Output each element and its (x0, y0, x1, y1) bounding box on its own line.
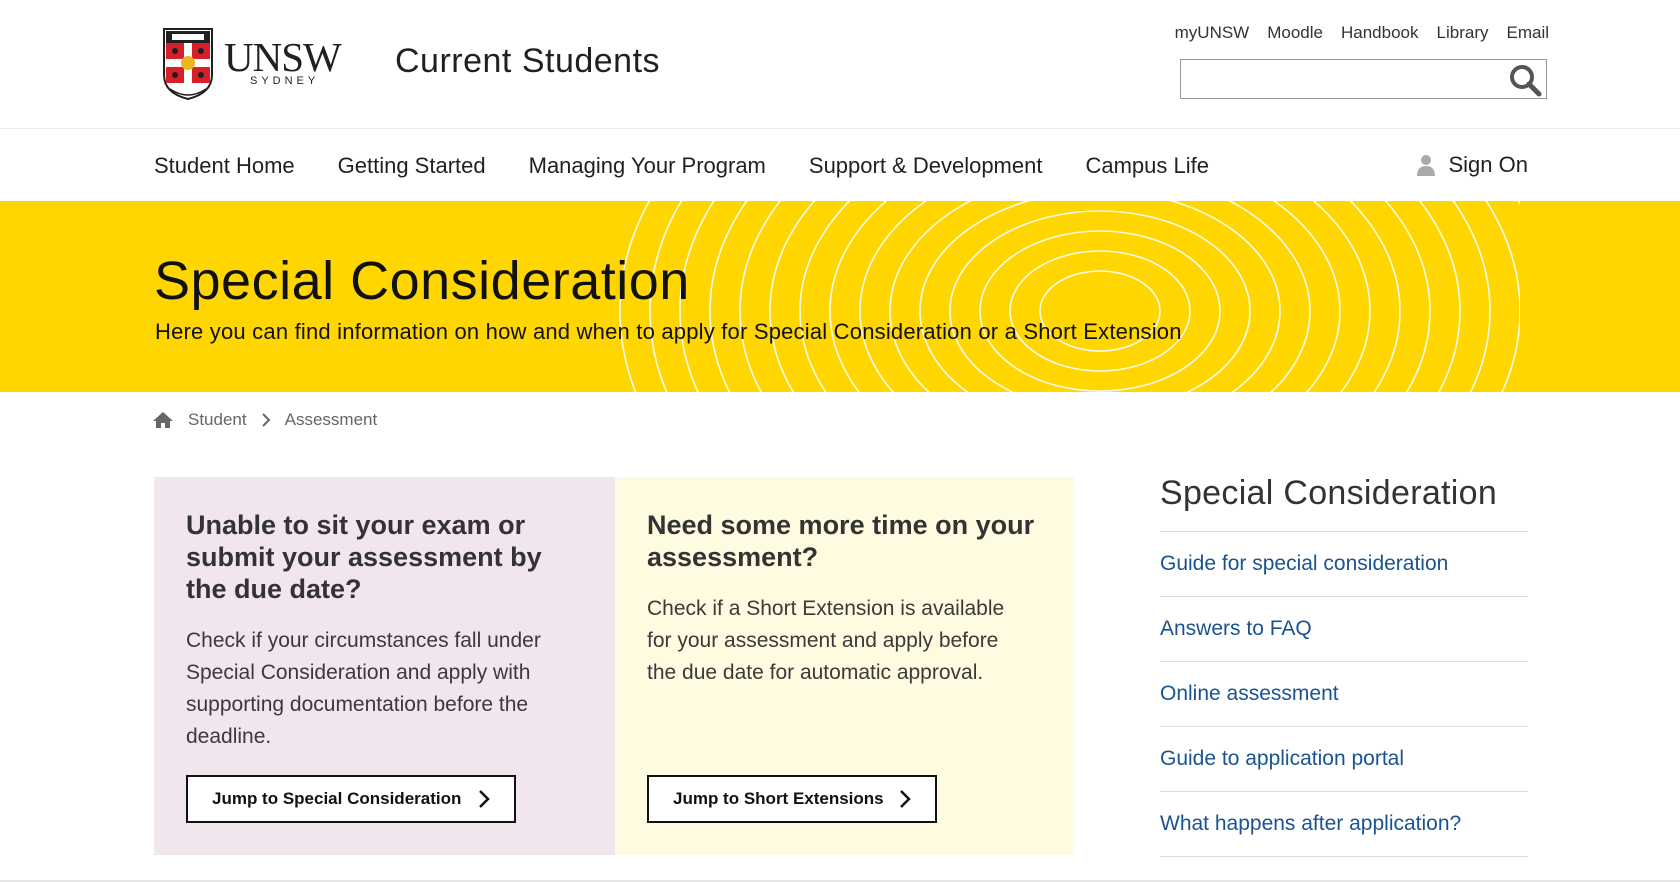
breadcrumb-assessment[interactable]: Assessment (285, 410, 378, 430)
sign-on-button[interactable]: Sign On (1416, 152, 1529, 178)
unsw-crest-icon (163, 28, 213, 101)
unsw-logo[interactable]: UNSW SYDNEY (162, 27, 344, 103)
card-heading: Need some more time on your assessment? (647, 510, 1035, 572)
sidebar-links: Guide for special consideration Answers … (1160, 532, 1528, 857)
sidebar-link-answers-faq[interactable]: Answers to FAQ (1160, 597, 1528, 662)
sidebar-link-guide-special-consideration[interactable]: Guide for special consideration (1160, 532, 1528, 597)
sidebar-title: Special Consideration (1160, 474, 1528, 532)
sidebar: Special Consideration Guide for special … (1160, 474, 1528, 857)
chevron-right-icon (261, 413, 271, 427)
nav-getting-started[interactable]: Getting Started (338, 153, 486, 179)
decorative-waves (619, 201, 1520, 392)
breadcrumb: Student Assessment (152, 410, 377, 430)
search-box (1180, 59, 1547, 99)
button-label: Jump to Short Extensions (673, 789, 884, 808)
main-nav: Student Home Getting Started Managing Yo… (0, 129, 1680, 201)
jump-to-short-extensions-button[interactable]: Jump to Short Extensions (647, 775, 937, 823)
search-input[interactable] (1189, 60, 1503, 98)
chevron-right-icon (900, 790, 911, 808)
nav-support-development[interactable]: Support & Development (809, 153, 1043, 179)
utility-links: myUNSW Moodle Handbook Library Email (1175, 23, 1549, 43)
nav-campus-life[interactable]: Campus Life (1085, 153, 1209, 179)
short-extension-card: Need some more time on your assessment? … (615, 477, 1074, 855)
logo-wordmark: UNSW (224, 34, 342, 80)
link-library[interactable]: Library (1437, 23, 1489, 43)
special-consideration-card: Unable to sit your exam or submit your a… (154, 477, 615, 855)
link-myunsw[interactable]: myUNSW (1175, 23, 1250, 43)
link-email[interactable]: Email (1506, 23, 1549, 43)
sidebar-link-online-assessment[interactable]: Online assessment (1160, 662, 1528, 727)
site-header: UNSW SYDNEY Current Students myUNSW Mood… (0, 0, 1680, 129)
link-handbook[interactable]: Handbook (1341, 23, 1419, 43)
nav-managing-your-program[interactable]: Managing Your Program (529, 153, 766, 179)
link-moodle[interactable]: Moodle (1267, 23, 1323, 43)
home-icon[interactable] (152, 411, 174, 429)
chevron-right-icon (479, 790, 490, 808)
breadcrumb-student[interactable]: Student (188, 410, 247, 430)
card-body: Check if a Short Extension is available … (647, 597, 1005, 684)
sidebar-link-guide-application-portal[interactable]: Guide to application portal (1160, 727, 1528, 792)
jump-to-special-consideration-button[interactable]: Jump to Special Consideration (186, 775, 516, 823)
button-label: Jump to Special Consideration (212, 789, 462, 808)
search-icon[interactable] (1508, 63, 1542, 97)
user-icon (1416, 155, 1435, 176)
hero-banner: Special Consideration Here you can find … (0, 201, 1680, 392)
logo-subtitle: SYDNEY (250, 75, 320, 87)
page: UNSW SYDNEY Current Students myUNSW Mood… (0, 0, 1680, 882)
page-subtitle: Here you can find information on how and… (155, 319, 1182, 344)
page-title: Special Consideration (154, 251, 690, 311)
sidebar-link-what-happens-after[interactable]: What happens after application? (1160, 792, 1528, 857)
card-heading: Unable to sit your exam or submit your a… (186, 510, 542, 604)
nav-student-home[interactable]: Student Home (154, 153, 295, 179)
card-body: Check if your circumstances fall under S… (186, 629, 541, 748)
site-title[interactable]: Current Students (395, 42, 660, 81)
sign-on-label: Sign On (1448, 152, 1529, 177)
